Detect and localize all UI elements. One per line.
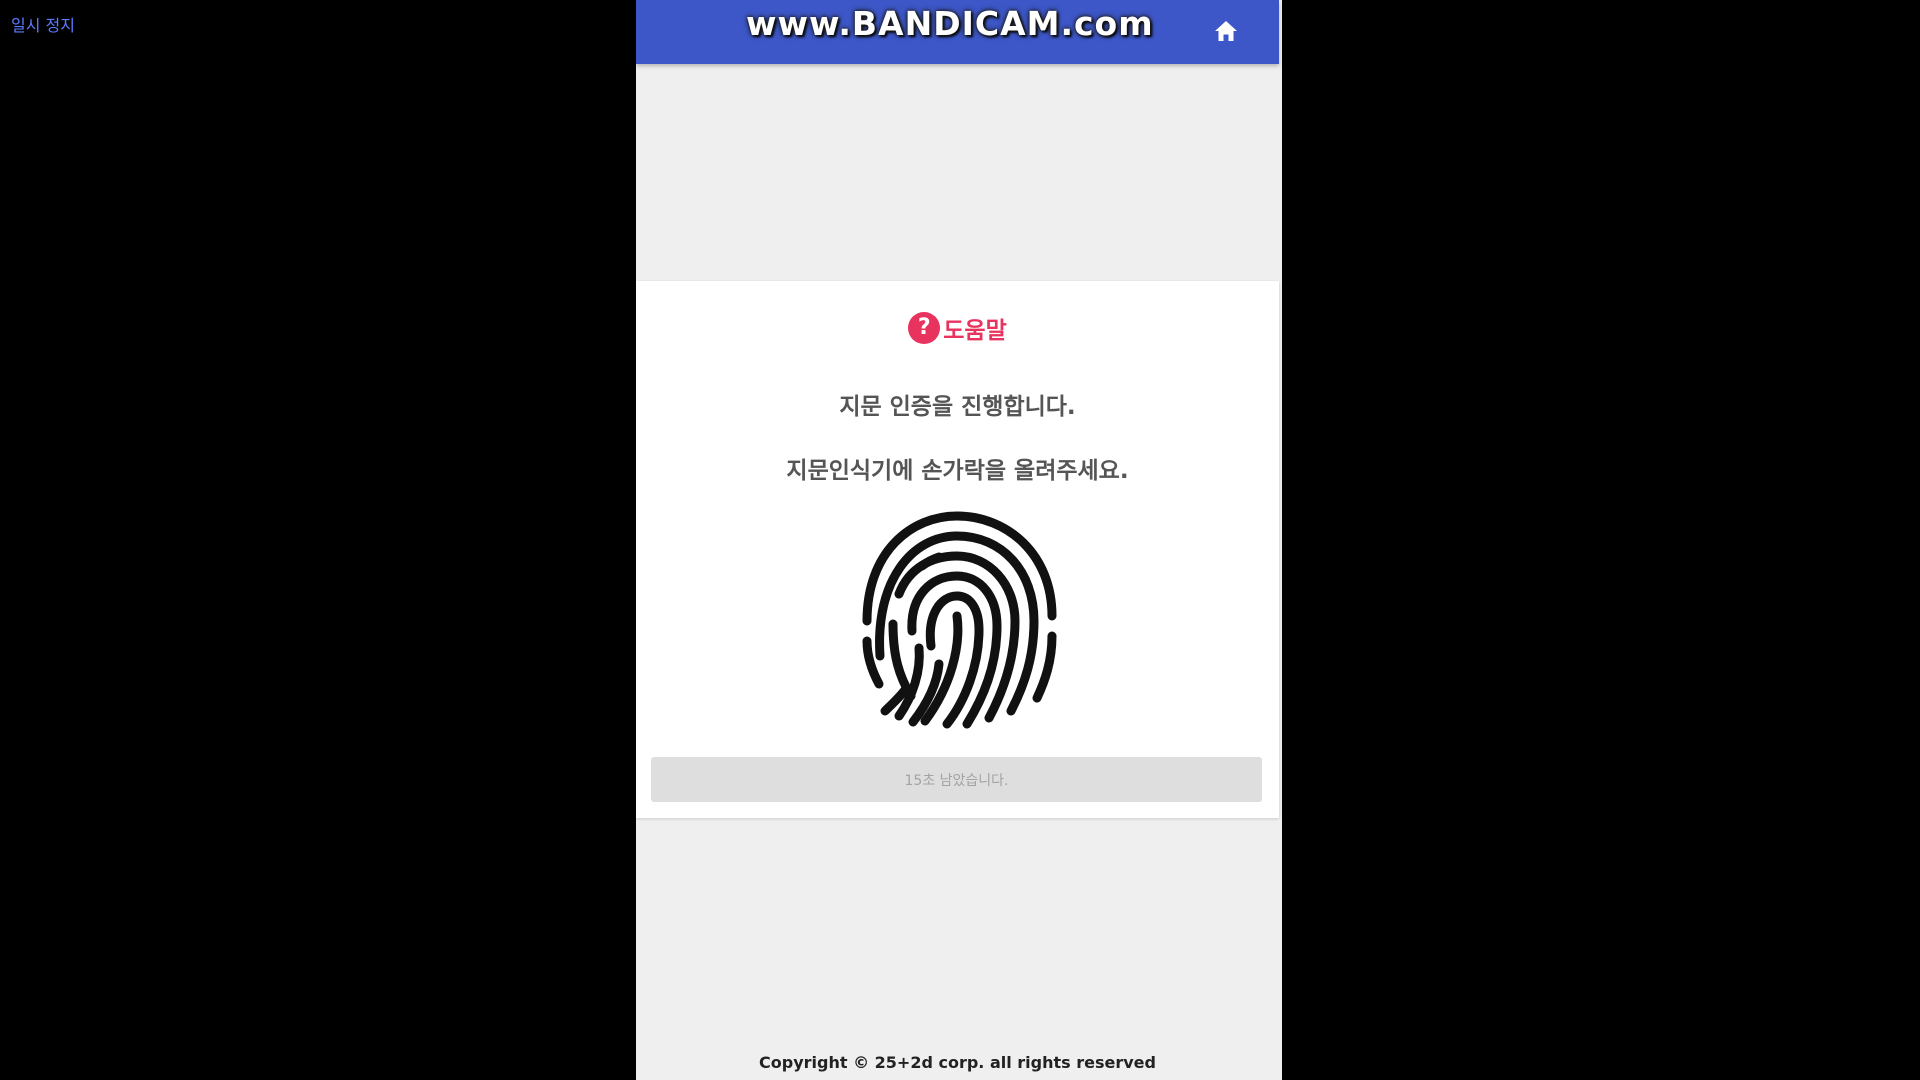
countdown-text: 15초 남았습니다. <box>904 772 1009 789</box>
instruction-line-1: 지문 인증을 진행합니다. <box>839 394 1076 420</box>
top-app-bar: www.BANDICAM.com <box>636 0 1279 64</box>
recorder-watermark: www.BANDICAM.com <box>746 4 1154 43</box>
fingerprint-auth-card: ? 도움말 지문 인증을 진행합니다. 지문인식기에 손가락을 올려주세요. 1… <box>636 281 1279 818</box>
instruction-line-2: 지문인식기에 손가락을 올려주세요. <box>786 458 1129 484</box>
copyright-text: Copyright © 25+2d corp. all rights reser… <box>759 1053 1156 1072</box>
help-heading: ? 도움말 <box>636 311 1279 345</box>
fingerprint-icon <box>862 511 1057 729</box>
question-circle-icon: ? <box>908 312 941 344</box>
help-title: 도움말 <box>943 318 1007 344</box>
question-mark-glyph: ? <box>917 315 931 340</box>
pause-label[interactable]: 일시 정지 <box>11 12 75 36</box>
home-button[interactable] <box>1212 18 1240 44</box>
app-screen: www.BANDICAM.com ? 도움말 지문 인증을 진행합니다. 지문인… <box>636 0 1282 1080</box>
countdown-bar: 15초 남았습니다. <box>651 757 1262 802</box>
home-icon <box>1215 21 1237 41</box>
